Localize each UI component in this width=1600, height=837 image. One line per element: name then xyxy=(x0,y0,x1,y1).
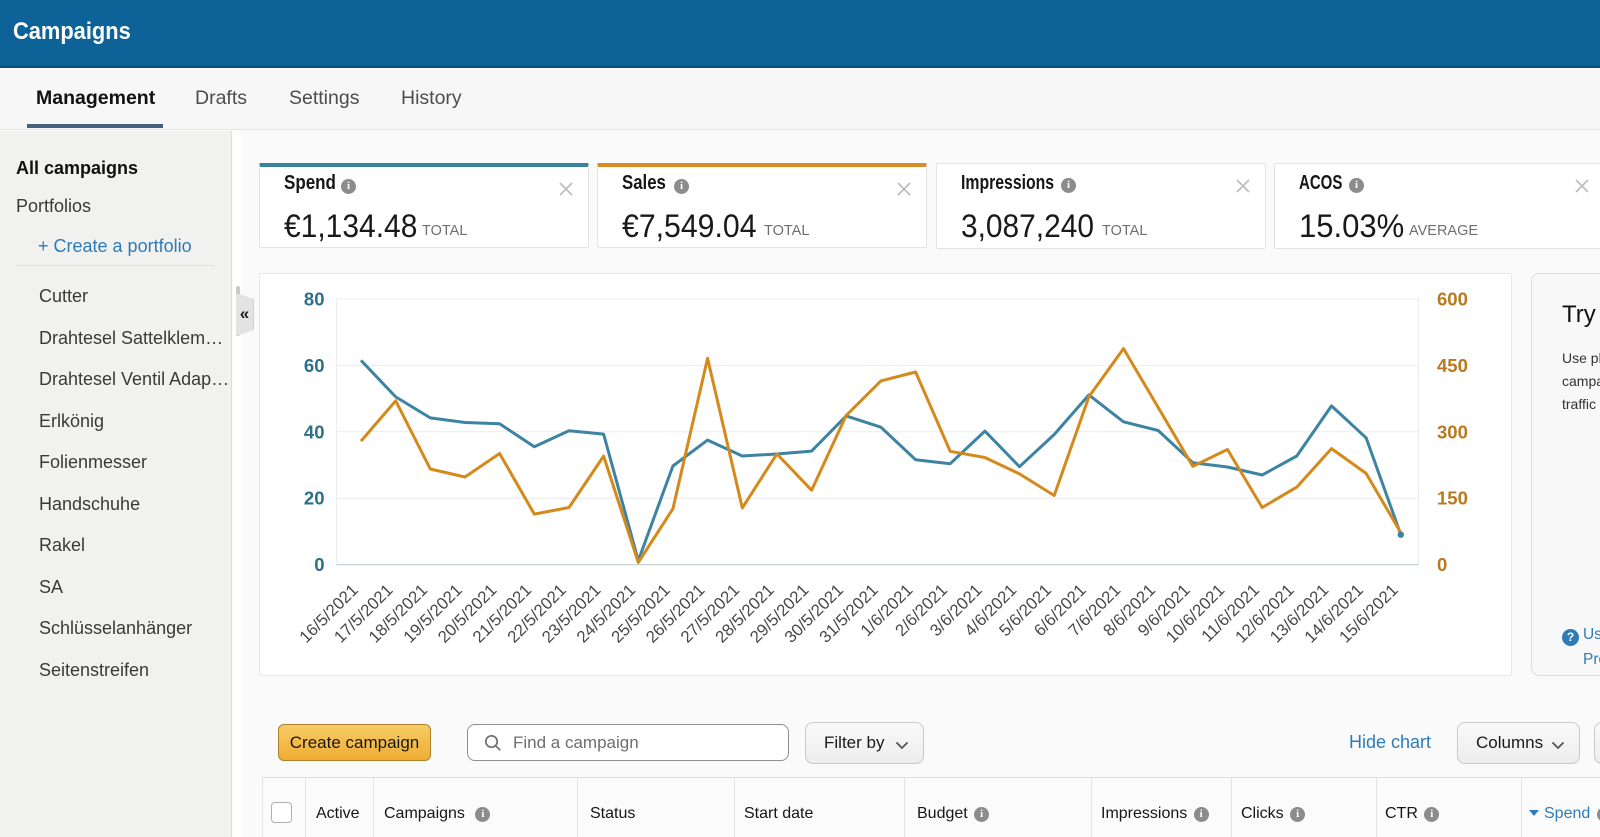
svg-text:600: 600 xyxy=(1437,289,1468,310)
svg-text:60: 60 xyxy=(304,355,325,376)
svg-text:300: 300 xyxy=(1437,421,1468,442)
svg-text:0: 0 xyxy=(1437,554,1447,575)
svg-text:20: 20 xyxy=(304,488,325,509)
svg-text:80: 80 xyxy=(304,289,325,310)
svg-text:150: 150 xyxy=(1437,488,1468,509)
svg-text:450: 450 xyxy=(1437,355,1468,376)
svg-text:0: 0 xyxy=(314,554,324,575)
svg-text:40: 40 xyxy=(304,421,325,442)
